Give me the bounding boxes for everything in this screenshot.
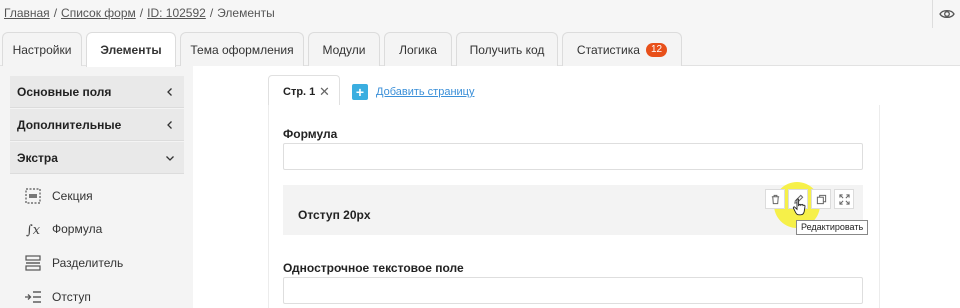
plus-icon: + xyxy=(352,84,368,100)
copy-icon xyxy=(816,194,826,204)
eye-icon xyxy=(938,9,955,19)
expand-button[interactable] xyxy=(834,189,854,209)
tab-statistics[interactable]: Статистика 12 xyxy=(562,32,682,66)
chevron-down-icon xyxy=(166,156,174,161)
statistics-badge: 12 xyxy=(645,42,668,57)
sidebar-item-divider[interactable]: Разделитель xyxy=(10,248,184,278)
chevron-left-icon xyxy=(167,88,172,96)
close-icon[interactable]: ✕ xyxy=(319,84,330,100)
expand-icon xyxy=(838,193,850,205)
field-label-formula: Формула xyxy=(283,127,338,141)
section-icon xyxy=(25,188,41,204)
breadcrumb-form-id[interactable]: ID: 102592 xyxy=(147,6,206,20)
sidebar-item-indent[interactable]: Отступ xyxy=(10,282,184,308)
sidebar-item-section[interactable]: Секция xyxy=(10,181,184,211)
tab-modules[interactable]: Модули xyxy=(308,32,380,66)
formula-field[interactable] xyxy=(283,143,863,170)
field-label-single-line: Однострочное текстовое поле xyxy=(283,261,464,275)
breadcrumb-home[interactable]: Главная xyxy=(4,6,50,20)
copy-button[interactable] xyxy=(811,189,831,209)
tab-logic[interactable]: Логика xyxy=(384,32,452,66)
edit-tooltip: Редактировать xyxy=(796,220,869,235)
tab-get-code[interactable]: Получить код xyxy=(456,32,558,66)
chevron-left-icon xyxy=(167,121,172,129)
group-additional[interactable]: Дополнительные xyxy=(10,109,184,141)
delete-button[interactable] xyxy=(765,189,785,209)
top-bar: Главная / Список форм / ID: 102592/Элементы xyxy=(0,0,960,30)
page-tab-1[interactable]: Стр. 1 ✕ xyxy=(268,75,340,106)
hand-cursor-icon xyxy=(792,198,806,216)
breadcrumb-forms[interactable]: Список форм xyxy=(61,6,136,20)
tab-settings[interactable]: Настройки xyxy=(2,32,82,66)
single-line-text-field[interactable] xyxy=(283,277,863,304)
tab-elements[interactable]: Элементы xyxy=(86,32,176,67)
tab-theme[interactable]: Тема оформления xyxy=(180,32,304,66)
divider-icon xyxy=(25,255,41,271)
indent-icon xyxy=(25,291,41,303)
group-extra[interactable]: Экстра xyxy=(10,142,184,174)
svg-text:∫x: ∫x xyxy=(26,223,41,238)
formula-icon: ∫x xyxy=(26,223,41,238)
breadcrumb: Главная / Список форм / ID: 102592/Элементы xyxy=(4,6,275,20)
sidebar-item-formula[interactable]: ∫x Формула xyxy=(10,214,184,244)
breadcrumb-current: Элементы xyxy=(217,6,275,20)
preview-button[interactable] xyxy=(932,0,960,28)
main-tabs: Настройки Элементы Тема оформления Модул… xyxy=(0,28,960,67)
trash-icon xyxy=(771,194,779,204)
group-basic-fields[interactable]: Основные поля xyxy=(10,76,184,108)
sidebar: Основные поля Дополнительные Экстра Секц… xyxy=(0,66,193,308)
